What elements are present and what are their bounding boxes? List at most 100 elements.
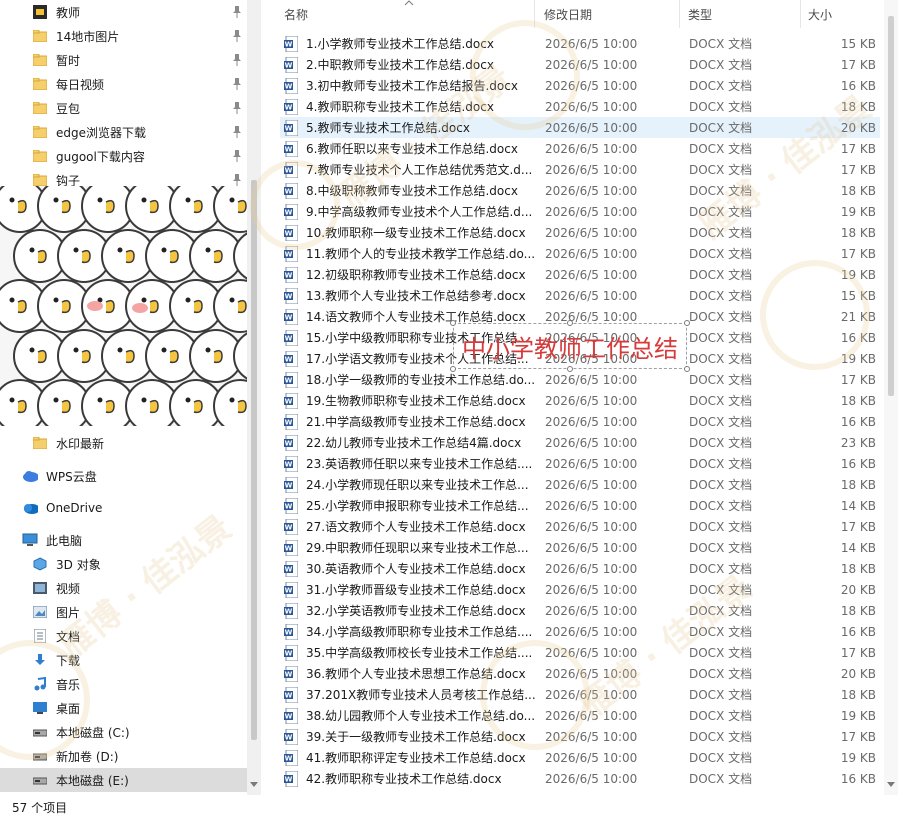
column-separator[interactable] (679, 0, 680, 28)
file-name-cell[interactable]: W 35.中学高级教师校长专业技术工作总结.... (284, 644, 536, 661)
file-row[interactable]: W 30.英语教师个人专业技术工作总结.docx 2026/6/5 10:00 DOC… (280, 558, 880, 579)
file-row[interactable]: W 32.小学英语教师专业技术工作总结.docx 2026/6/5 10:00 DOC… (280, 600, 880, 621)
nav-item[interactable]: WPS云盘 (0, 464, 247, 488)
nav-item[interactable]: 本地磁盘 (E:) (0, 768, 247, 792)
resize-handle[interactable] (684, 320, 690, 326)
file-name-cell[interactable]: W 13.教师个人专业技术工作总结参考.docx (284, 287, 536, 304)
column-header-size[interactable]: 大小 (808, 0, 878, 28)
file-row[interactable]: W 9.中学高级教师专业技术个人工作总结.d... 2026/6/5 10:00 DO… (280, 201, 880, 222)
nav-item[interactable]: OneDrive (0, 496, 247, 520)
file-list-scroll-down-icon[interactable] (887, 782, 895, 788)
file-name-cell[interactable]: W 3.初中教师专业技术工作总结报告.docx (284, 77, 536, 94)
nav-scrollbar-thumb[interactable] (251, 180, 257, 740)
file-list-scrollbar[interactable] (884, 0, 898, 795)
file-row[interactable]: W 5.教师专业技术工作总结.docx 2026/6/5 10:00 DOCX 文档 2… (280, 117, 880, 138)
nav-item[interactable]: 每日视频 (0, 72, 247, 96)
file-row[interactable]: W 35.中学高级教师校长专业技术工作总结.... 2026/6/5 10:00 DO… (280, 642, 880, 663)
column-separator[interactable] (800, 0, 801, 28)
file-name-cell[interactable]: W 39.关于一级教师专业技术工作总结.docx (284, 728, 536, 745)
file-name-cell[interactable]: W 4.教师职称专业技术工作总结.docx (284, 98, 536, 115)
file-name-cell[interactable]: W 6.教师任职以来专业技术工作总结.docx (284, 140, 536, 157)
overlay-text-box[interactable]: 中小学教师工作总结 (450, 320, 690, 372)
column-separator[interactable] (534, 0, 535, 28)
file-row[interactable]: W 10.教师职称一级专业技术工作总结.docx 2026/6/5 10:00 DOC… (280, 222, 880, 243)
file-name-cell[interactable]: W 23.英语教师任职以来专业技术工作总结.... (284, 455, 536, 472)
file-name-cell[interactable]: W 27.语文教师个人专业技术工作总结.docx (284, 518, 536, 535)
nav-item[interactable]: 水印最新 (0, 431, 247, 455)
file-name-cell[interactable]: W 10.教师职称一级专业技术工作总结.docx (284, 224, 536, 241)
nav-item[interactable]: 教师 (0, 0, 247, 24)
pin-icon[interactable] (232, 174, 242, 186)
nav-scrollbar[interactable] (247, 0, 261, 795)
file-name-cell[interactable]: W 42.教师职称专业技术工作总结.docx (284, 770, 536, 787)
file-name-cell[interactable]: W 18.小学一级教师的专业技术工作总结.do... (284, 371, 536, 388)
nav-item[interactable]: 3D 对象 (0, 552, 247, 576)
file-row[interactable]: W 31.小学教师晋级专业技术工作总结.docx 2026/6/5 10:00 DOC… (280, 579, 880, 600)
nav-item[interactable]: 暂时 (0, 48, 247, 72)
nav-item[interactable]: 音乐 (0, 672, 247, 696)
file-row[interactable]: W 25.小学教师申报职称专业技术工作总结... 2026/6/5 10:00 DOC… (280, 495, 880, 516)
file-name-cell[interactable]: W 36.教师个人专业技术思想工作总结.docx (284, 665, 536, 682)
file-name-cell[interactable]: W 29.中职教师任现职以来专业技术工作总... (284, 539, 536, 556)
file-name-cell[interactable]: W 12.初级职称教师专业技术工作总结.docx (284, 266, 536, 283)
resize-handle[interactable] (450, 366, 456, 372)
nav-item[interactable]: 图片 (0, 600, 247, 624)
resize-handle[interactable] (450, 320, 456, 326)
file-row[interactable]: W 41.教师职称评定专业技术工作总结.docx 2026/6/5 10:00 DOC… (280, 747, 880, 768)
nav-item[interactable]: 新加卷 (D:) (0, 744, 247, 768)
nav-item[interactable]: gugool下载内容 (0, 144, 247, 168)
resize-handle[interactable] (567, 320, 573, 326)
resize-handle[interactable] (684, 366, 690, 372)
file-row[interactable]: W 18.小学一级教师的专业技术工作总结.do... 2026/6/5 10:00 D… (280, 369, 880, 390)
file-name-cell[interactable]: W 30.英语教师个人专业技术工作总结.docx (284, 560, 536, 577)
file-name-cell[interactable]: W 24.小学教师现任职以来专业技术工作总... (284, 476, 536, 493)
file-name-cell[interactable]: W 19.生物教师职称专业技术工作总结.docx (284, 392, 536, 409)
resize-handle[interactable] (567, 366, 573, 372)
file-row[interactable]: W 42.教师职称专业技术工作总结.docx 2026/6/5 10:00 DOCX … (280, 768, 880, 789)
file-row[interactable]: W 22.幼儿教师专业技术工作总结4篇.docx 2026/6/5 10:00 DOC… (280, 432, 880, 453)
nav-item[interactable]: 此电脑 (0, 528, 247, 552)
file-name-cell[interactable]: W 21.中学高级教师专业技术工作总结.docx (284, 413, 536, 430)
file-name-cell[interactable]: W 11.教师个人的专业技术教学工作总结.do... (284, 245, 536, 262)
file-name-cell[interactable]: W 5.教师专业技术工作总结.docx (284, 119, 536, 136)
file-row[interactable]: W 2.中职教师专业技术工作总结.docx 2026/6/5 10:00 DOCX 文… (280, 54, 880, 75)
file-row[interactable]: W 6.教师任职以来专业技术工作总结.docx 2026/6/5 10:00 DOCX… (280, 138, 880, 159)
file-list-scrollbar-thumb[interactable] (888, 16, 894, 396)
nav-item[interactable]: 文档 (0, 624, 247, 648)
file-row[interactable]: W 13.教师个人专业技术工作总结参考.docx 2026/6/5 10:00 DOC… (280, 285, 880, 306)
file-row[interactable]: W 11.教师个人的专业技术教学工作总结.do... 2026/6/5 10:00 D… (280, 243, 880, 264)
file-name-cell[interactable]: W 41.教师职称评定专业技术工作总结.docx (284, 749, 536, 766)
pin-icon[interactable] (232, 150, 242, 162)
file-row[interactable]: W 4.教师职称专业技术工作总结.docx 2026/6/5 10:00 DOCX 文… (280, 96, 880, 117)
column-header-date[interactable]: 修改日期 (544, 0, 684, 28)
nav-item[interactable]: 下载 (0, 648, 247, 672)
nav-item[interactable]: 本地磁盘 (C:) (0, 720, 247, 744)
file-row[interactable]: W 23.英语教师任职以来专业技术工作总结.... 2026/6/5 10:00 DO… (280, 453, 880, 474)
nav-item[interactable]: 桌面 (0, 696, 247, 720)
file-name-cell[interactable]: W 34.小学高级教师职称专业技术工作总结.... (284, 623, 536, 640)
column-header-type[interactable]: 类型 (688, 0, 798, 28)
nav-item[interactable]: 豆包 (0, 96, 247, 120)
file-name-cell[interactable]: W 8.中级职称教师专业技术工作总结.docx (284, 182, 536, 199)
file-row[interactable]: W 37.201X教师专业技术人员考核工作总结.... 2026/6/5 10:00… (280, 684, 880, 705)
pin-icon[interactable] (232, 6, 242, 18)
nav-item[interactable]: 视频 (0, 576, 247, 600)
file-name-cell[interactable]: W 37.201X教师专业技术人员考核工作总结.... (284, 686, 536, 703)
file-row[interactable]: W 24.小学教师现任职以来专业技术工作总... 2026/6/5 10:00 DOC… (280, 474, 880, 495)
file-row[interactable]: W 29.中职教师任现职以来专业技术工作总... 2026/6/5 10:00 DOC… (280, 537, 880, 558)
file-name-cell[interactable]: W 7.教师专业技术个人工作总结优秀范文.d... (284, 161, 536, 178)
file-row[interactable]: W 39.关于一级教师专业技术工作总结.docx 2026/6/5 10:00 DOC… (280, 726, 880, 747)
file-row[interactable]: W 34.小学高级教师职称专业技术工作总结.... 2026/6/5 10:00 DO… (280, 621, 880, 642)
file-row[interactable]: W 19.生物教师职称专业技术工作总结.docx 2026/6/5 10:00 DOC… (280, 390, 880, 411)
file-name-cell[interactable]: W 25.小学教师申报职称专业技术工作总结... (284, 497, 536, 514)
pin-icon[interactable] (232, 30, 242, 42)
pin-icon[interactable] (232, 102, 242, 114)
file-row[interactable]: W 38.幼儿园教师个人专业技术工作总结.do... 2026/6/5 10:00 D… (280, 705, 880, 726)
file-row[interactable]: W 8.中级职称教师专业技术工作总结.docx 2026/6/5 10:00 DOCX… (280, 180, 880, 201)
file-row[interactable]: W 36.教师个人专业技术思想工作总结.docx 2026/6/5 10:00 DOC… (280, 663, 880, 684)
pin-icon[interactable] (232, 54, 242, 66)
file-row[interactable]: W 27.语文教师个人专业技术工作总结.docx 2026/6/5 10:00 DOC… (280, 516, 880, 537)
file-row[interactable]: W 7.教师专业技术个人工作总结优秀范文.d... 2026/6/5 10:00 DO… (280, 159, 880, 180)
nav-item[interactable]: edge浏览器下载 (0, 120, 247, 144)
file-name-cell[interactable]: W 22.幼儿教师专业技术工作总结4篇.docx (284, 434, 536, 451)
